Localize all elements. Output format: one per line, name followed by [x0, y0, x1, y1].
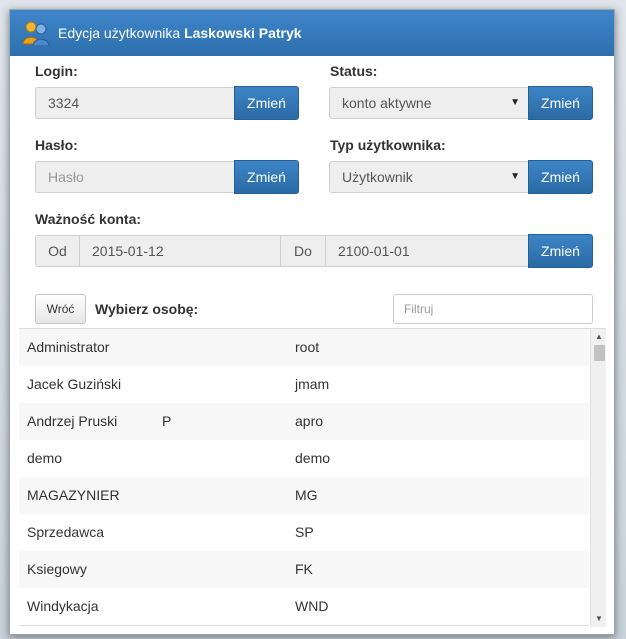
list-item[interactable]: Sprzedawca SP: [19, 514, 589, 552]
title-user-name: Laskowski Patryk: [184, 25, 302, 41]
password-label: Hasło:: [35, 137, 78, 153]
change-password-button[interactable]: Zmień: [234, 160, 299, 194]
valid-to-field[interactable]: 2100-01-01: [325, 235, 529, 267]
user-type-select-value: Użytkownik: [342, 169, 413, 185]
person-name: demo: [27, 450, 63, 466]
person-login: apro: [295, 413, 324, 429]
validity-label: Ważność konta:: [35, 211, 142, 227]
change-user-type-button[interactable]: Zmień: [528, 160, 593, 194]
change-login-button[interactable]: Zmień: [234, 86, 299, 120]
person-login: WND: [295, 598, 329, 614]
user-type-select[interactable]: Użytkownik ▼: [329, 161, 529, 193]
person-name: Sprzedawca: [27, 524, 105, 540]
person-name: MAGAZYNIER: [27, 487, 120, 503]
title-prefix: Edycja użytkownika: [58, 25, 181, 41]
to-addon: Do: [280, 235, 326, 267]
person-login: MG: [295, 487, 318, 503]
person-name: Windykacja: [27, 598, 99, 614]
list-item[interactable]: Ksiegowy FK: [19, 551, 589, 589]
caret-down-icon: ▼: [510, 171, 520, 182]
scroll-down-arrow-icon[interactable]: ▼: [591, 612, 606, 626]
person-name: Ksiegowy: [27, 561, 87, 577]
status-select[interactable]: konto aktywne ▼: [329, 87, 529, 119]
caret-down-icon: ▼: [510, 97, 520, 108]
list-scrollbar[interactable]: ▲ ▼: [590, 329, 606, 627]
list-item[interactable]: demo demo: [19, 440, 589, 478]
dialog-title: Edycja użytkownika Laskowski Patryk: [58, 25, 302, 41]
list-item[interactable]: Windykacja WND: [19, 588, 589, 626]
person-login: jmam: [295, 376, 330, 392]
scrollbar-thumb[interactable]: [594, 345, 605, 361]
dialog-titlebar: Edycja użytkownika Laskowski Patryk: [10, 10, 614, 56]
from-addon: Od: [35, 235, 80, 267]
password-field[interactable]: Hasło: [35, 161, 235, 193]
person-login: SP: [295, 524, 314, 540]
users-icon: [22, 21, 50, 46]
person-login: demo: [295, 450, 331, 466]
person-name: Administrator: [27, 339, 110, 355]
user-type-label: Typ użytkownika:: [330, 137, 446, 153]
person-name: Jacek Guziński: [27, 376, 122, 392]
status-select-value: konto aktywne: [342, 95, 432, 111]
change-validity-button[interactable]: Zmień: [528, 234, 593, 268]
list-item[interactable]: Jacek Guziński jmam: [19, 366, 589, 404]
list-item[interactable]: MAGAZYNIER MG: [19, 477, 589, 515]
status-label: Status:: [330, 63, 378, 79]
filter-input[interactable]: Filtruj: [393, 294, 593, 324]
person-list: Administrator root Jacek Guziński jmam A…: [19, 328, 606, 627]
change-status-button[interactable]: Zmień: [528, 86, 593, 120]
scroll-up-arrow-icon[interactable]: ▲: [591, 330, 606, 344]
choose-person-heading: Wybierz osobę:: [95, 301, 199, 317]
valid-from-field[interactable]: 2015-01-12: [79, 235, 281, 267]
list-item[interactable]: Andrzej Pruski P apro: [19, 403, 589, 441]
list-item[interactable]: Administrator root: [19, 329, 589, 367]
login-label: Login:: [35, 63, 78, 79]
edit-user-dialog: Edycja użytkownika Laskowski Patryk Logi…: [9, 9, 615, 635]
person-login: FK: [295, 561, 313, 577]
back-button[interactable]: Wróć: [35, 294, 86, 324]
login-field[interactable]: 3324: [35, 87, 235, 119]
person-name: Andrzej Pruski: [27, 413, 118, 429]
person-login: root: [295, 339, 320, 355]
person-mark: P: [162, 413, 172, 429]
